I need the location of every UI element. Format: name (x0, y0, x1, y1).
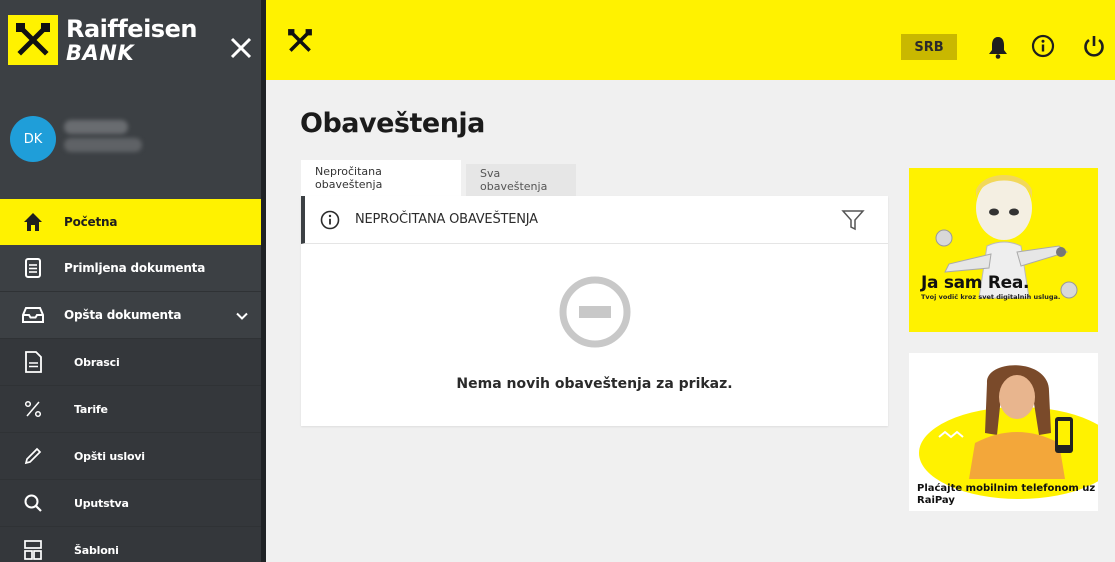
chevron-down-icon[interactable] (236, 306, 248, 325)
raiffeisen-logo-icon[interactable] (286, 27, 314, 55)
info-icon (320, 210, 340, 234)
tab-all-notifications[interactable]: Sva obaveštenja (466, 164, 576, 196)
close-sidebar-button[interactable] (228, 35, 254, 61)
sidebar: Raiffeisen BANK DK Početna Primljena dok… (0, 0, 266, 562)
brand-name: Raiffeisen BANK (66, 17, 197, 64)
pencil-icon (22, 445, 44, 467)
page-title: Obaveštenja (300, 108, 485, 139)
notifications-panel: NEPROČITANA OBAVEŠTENJA Nema novih obave… (301, 196, 888, 426)
promo-rea-title: Ja sam Rea. (921, 273, 1030, 293)
raiffeisen-logo-icon[interactable] (8, 15, 58, 65)
home-icon (22, 211, 44, 233)
sidebar-item-label: Početna (64, 215, 118, 229)
language-selector[interactable]: SRB (901, 34, 957, 60)
sidebar-item-label: Šabloni (74, 543, 119, 557)
empty-state-message: Nema novih obaveštenja za prikaz. (456, 376, 733, 392)
promo-raipay-caption: Plaćajte mobilnim telefonom uz RaiPay (917, 483, 1096, 506)
user-name-redacted (64, 120, 128, 134)
sidebar-header: Raiffeisen BANK (0, 0, 266, 80)
user-profile[interactable]: DK (0, 80, 266, 196)
robot-illustration (935, 175, 1078, 299)
notification-tabs: Nepročitana obaveštenja Sva obaveštenja (301, 160, 576, 196)
notifications-button[interactable] (987, 35, 1009, 63)
inbox-icon (22, 304, 44, 326)
search-icon (22, 492, 44, 514)
sidebar-item-uputstva[interactable]: Uputstva (0, 480, 266, 527)
sidebar-item-pocetna[interactable]: Početna (0, 199, 266, 245)
sidebar-scrollbar[interactable] (261, 0, 266, 562)
bell-icon (989, 37, 1007, 59)
sidebar-item-label: Obrasci (74, 355, 120, 369)
form-icon (22, 351, 44, 373)
sidebar-item-opsti-uslovi[interactable]: Opšti uslovi (0, 433, 266, 480)
sidebar-item-label: Uputstva (74, 496, 129, 510)
percent-icon (22, 398, 44, 420)
sidebar-item-sabloni[interactable]: Šabloni (0, 527, 266, 562)
brand-name-line2: BANK (66, 40, 135, 65)
sidebar-item-tarife[interactable]: Tarife (0, 386, 266, 433)
sidebar-item-label: Opšta dokumenta (64, 308, 182, 322)
sidebar-item-opsta-dokumenta[interactable]: Opšta dokumenta (0, 292, 266, 339)
template-icon (22, 539, 44, 561)
promo-rea-banner[interactable]: Ja sam Rea. Tvoj vodič kroz svet digital… (909, 168, 1098, 332)
filter-button[interactable] (841, 208, 865, 236)
filter-icon (841, 210, 865, 231)
empty-state-icon (557, 274, 633, 354)
top-bar: SRB (266, 0, 1115, 80)
power-icon (1084, 36, 1104, 57)
panel-title: NEPROČITANA OBAVEŠTENJA (355, 212, 538, 227)
sidebar-item-obrasci[interactable]: Obrasci (0, 339, 266, 386)
brand-name-line1: Raiffeisen (66, 14, 197, 43)
document-list-icon (22, 257, 44, 279)
info-button[interactable] (1031, 34, 1055, 62)
promo-raipay-banner[interactable]: Plaćajte mobilnim telefonom uz RaiPay (909, 353, 1098, 511)
sidebar-nav: Početna Primljena dokumenta Opšta dokume… (0, 199, 266, 562)
info-icon (1031, 34, 1055, 58)
close-icon (230, 37, 252, 59)
logout-button[interactable] (1082, 34, 1106, 62)
promo-rea-subtitle: Tvoj vodič kroz svet digitalnih usluga. (921, 293, 1061, 301)
tab-unread-notifications[interactable]: Nepročitana obaveštenja (301, 160, 461, 196)
user-id-redacted (64, 138, 142, 152)
sidebar-item-primljena-dokumenta[interactable]: Primljena dokumenta (0, 245, 266, 292)
panel-header: NEPROČITANA OBAVEŠTENJA (301, 196, 888, 244)
sidebar-item-label: Opšti uslovi (74, 449, 145, 463)
sidebar-item-label: Primljena dokumenta (64, 261, 206, 275)
sidebar-item-label: Tarife (74, 402, 108, 416)
avatar[interactable]: DK (10, 116, 56, 162)
